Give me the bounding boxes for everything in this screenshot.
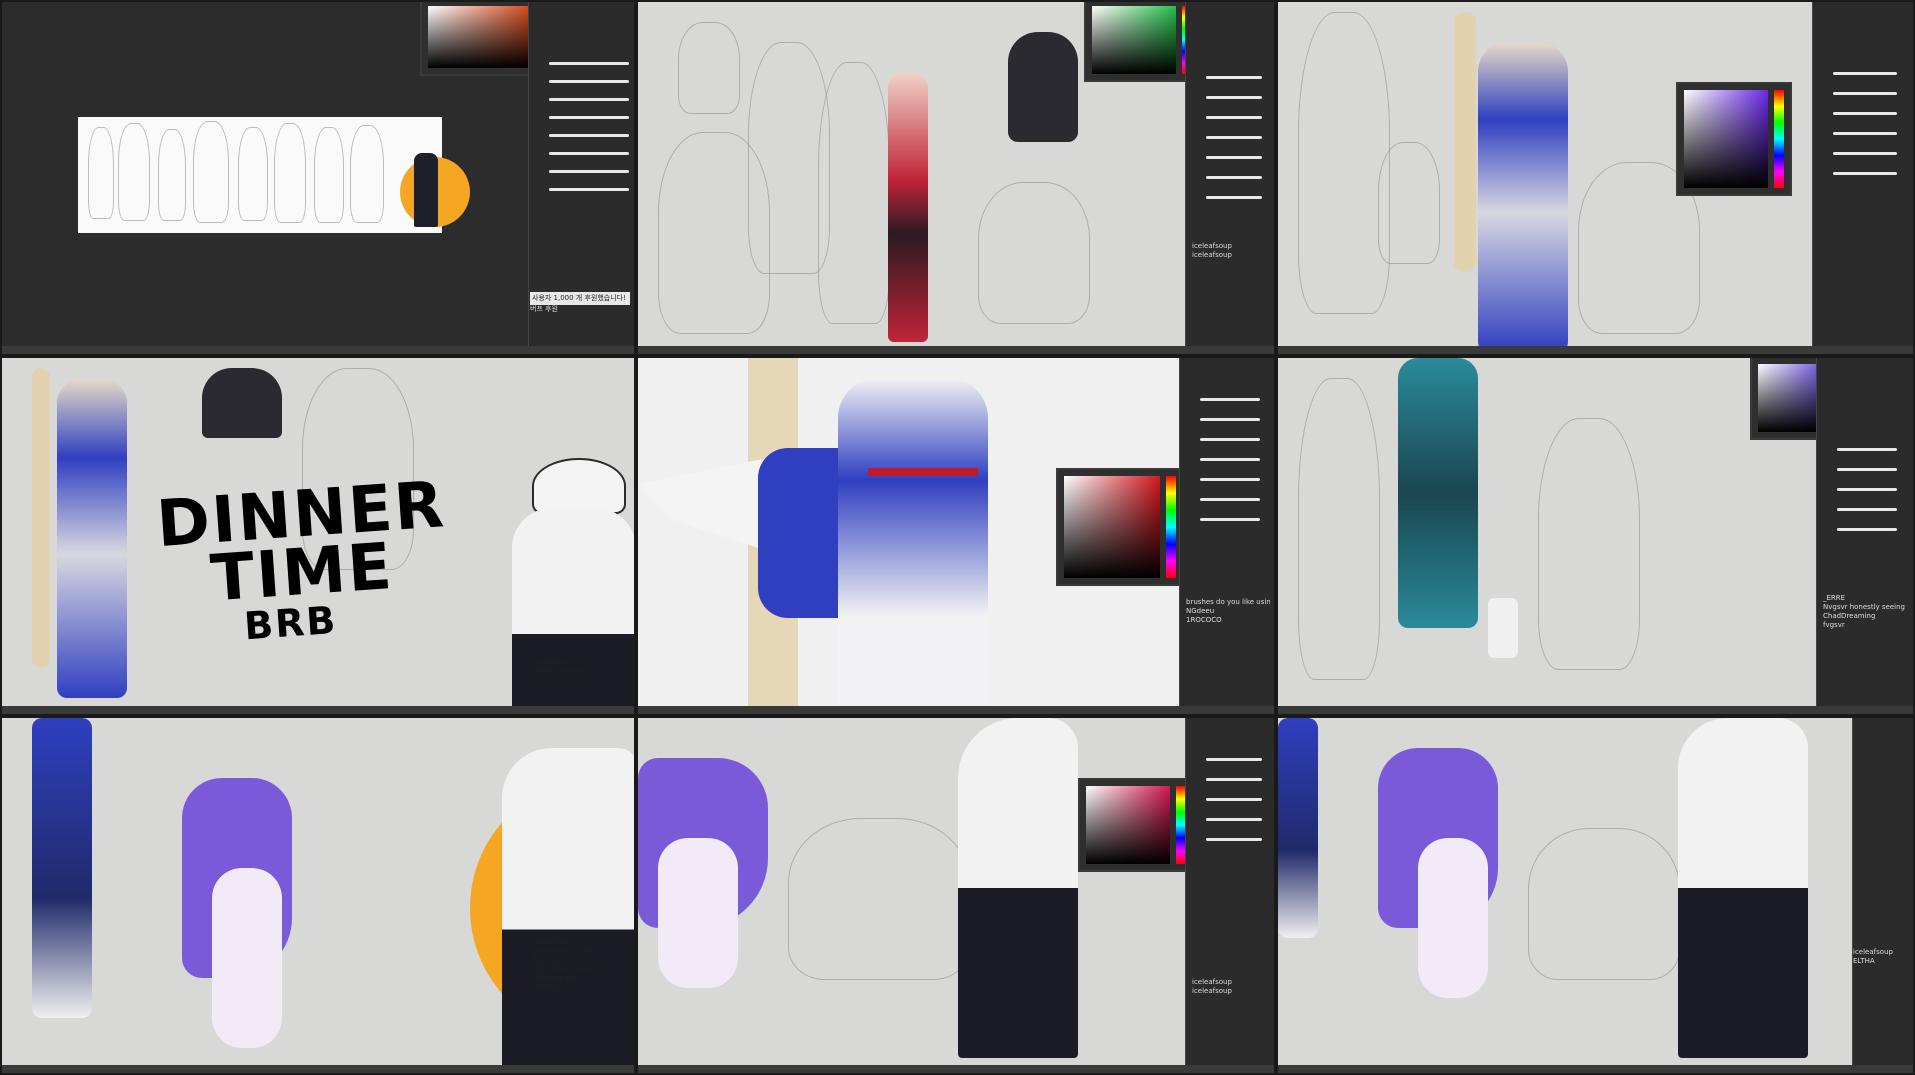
brush-panel[interactable] <box>1812 2 1913 354</box>
brush-panel[interactable] <box>1816 358 1913 714</box>
chat-line: eleafsoup <box>532 658 567 666</box>
brb-overlay: DINNER TIME BRB <box>154 468 454 652</box>
chat-line: I have this <box>532 938 569 946</box>
panel-8: iceleafsoup iceleafsoup <box>636 716 1276 1075</box>
chat-line: moves Fast = Mo <box>532 947 593 955</box>
panel-2: iceleafsoup iceleafsoup <box>636 0 1276 356</box>
character-teal-suit <box>1398 358 1478 628</box>
chat-line: 사용자 1,000 개 후원했습니다! <box>530 292 630 305</box>
stream-collage: 사용자 1,000 개 후원했습니다! 버프 후원 iceleafsoup ic… <box>0 0 1915 1075</box>
chat-line: fvgsvr <box>1823 621 1845 629</box>
status-bar <box>2 706 634 714</box>
chat-line: Nvgsvr honestly seeing <box>1823 603 1905 611</box>
chat-line: _ERRE <box>1823 594 1846 602</box>
red-accent <box>868 468 978 476</box>
chat-line: thinking much, an <box>532 956 596 964</box>
chat-line: iceleafsoup <box>1192 242 1232 250</box>
chat-line: iceleafsoup <box>1192 978 1232 986</box>
panel-4: DINNER TIME BRB eleafsoup _ERRE hmmmm <box>0 356 636 716</box>
chat-line: ntrating " <box>532 983 566 991</box>
character-white-shirt <box>958 718 1078 1058</box>
chat-line: NGdeeu <box>1186 607 1215 615</box>
brush-panel[interactable] <box>1185 718 1274 1073</box>
chat-line: 버프 후원 <box>530 305 558 313</box>
status-bar <box>2 1065 634 1073</box>
chat-line: iceleafsoup <box>1853 948 1893 956</box>
boot <box>1488 598 1518 658</box>
character-legs <box>212 868 282 1048</box>
brush-panel[interactable] <box>1179 358 1274 714</box>
status-bar <box>638 706 1274 714</box>
chat-line: 1ROCOCO <box>1186 616 1222 624</box>
character-blue-suit <box>1478 42 1568 352</box>
color-picker[interactable] <box>1078 778 1194 872</box>
status-bar <box>2 346 634 354</box>
panel-3 <box>1276 0 1915 356</box>
character-white-coat <box>1008 32 1078 142</box>
chat-line: ELTHA <box>1853 957 1875 965</box>
character-skirt <box>202 368 282 438</box>
hair <box>32 368 50 668</box>
brush-panel[interactable] <box>1185 2 1274 354</box>
chat-box: iceleafsoup iceleafsoup <box>1192 978 1270 996</box>
character-red-suit <box>888 72 928 342</box>
character-blue-suit <box>32 718 92 1018</box>
panel-6: _ERRE Nvgsvr honestly seeing ChadDreamin… <box>1276 356 1915 716</box>
panel-5: brushes do you like using ? NGdeeu 1ROCO… <box>636 356 1276 716</box>
color-picker[interactable] <box>1056 468 1184 586</box>
panel-7: I have this moves Fast = Mo thinking muc… <box>0 716 636 1075</box>
chat-box: eleafsoup _ERRE hmmmm <box>532 658 632 676</box>
chat-line: _ERRE hmmmm <box>532 667 589 675</box>
chat-box: brushes do you like using ? NGdeeu 1ROCO… <box>1186 598 1270 625</box>
status-bar <box>1278 706 1913 714</box>
hair <box>1454 12 1476 272</box>
chat-box: _ERRE Nvgsvr honestly seeing ChadDreamin… <box>1823 594 1909 630</box>
status-bar <box>638 1065 1274 1073</box>
character-legs <box>1418 838 1488 998</box>
status-bar <box>1278 346 1913 354</box>
chat-line: iceleafsoup <box>1192 987 1232 995</box>
color-picker[interactable] <box>1676 82 1792 196</box>
armor-torso <box>838 378 988 714</box>
chat-line: Thinking and <box>532 974 578 982</box>
chat-box: 사용자 1,000 개 후원했습니다! 버프 후원 <box>530 292 630 314</box>
color-picker[interactable] <box>1084 2 1200 82</box>
panel-9: iceleafsoup ELTHA <box>1276 716 1915 1075</box>
chat-line: ChadDreaming <box>1823 612 1876 620</box>
character-blue-suit <box>57 378 127 698</box>
chat-box: iceleafsoup iceleafsoup <box>1192 242 1270 260</box>
character-blue-suit <box>1278 718 1318 938</box>
brush-panel[interactable] <box>1852 718 1913 1073</box>
chat-box: I have this moves Fast = Mo thinking muc… <box>532 938 632 992</box>
chat-line: who moves slowly <box>532 965 596 973</box>
character-captain-hat <box>532 458 626 514</box>
chat-line: iceleafsoup <box>1192 251 1232 259</box>
status-bar <box>638 346 1274 354</box>
character-white-shirt <box>512 508 634 714</box>
sketch-thumbnail <box>78 117 470 233</box>
chat-line: brushes do you like using ? <box>1186 598 1270 606</box>
chat-box: iceleafsoup ELTHA <box>1853 948 1909 966</box>
character-legs <box>658 838 738 988</box>
panel-1: 사용자 1,000 개 후원했습니다! 버프 후원 <box>0 0 636 356</box>
status-bar <box>1278 1065 1913 1073</box>
character-white-shirt <box>1678 718 1808 1058</box>
character-white-shirt <box>502 748 634 1073</box>
